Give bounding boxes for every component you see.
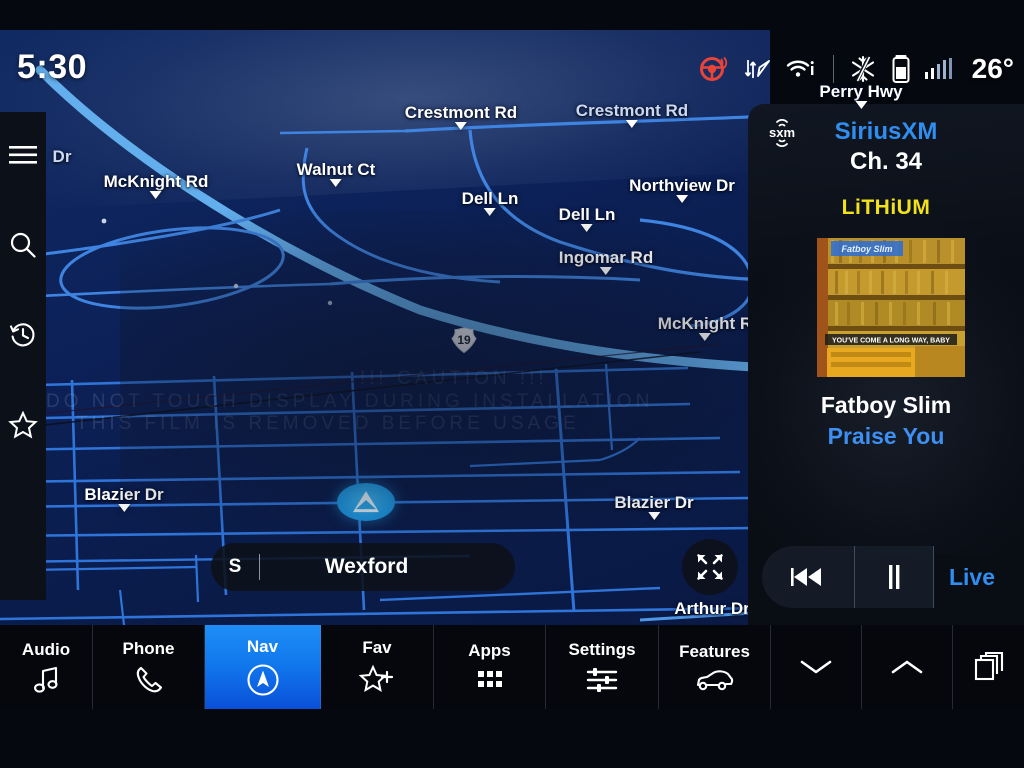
music-note-icon (34, 666, 58, 693)
location-pill[interactable]: S Wexford (211, 543, 515, 591)
scroll-down-button[interactable] (771, 625, 862, 709)
current-location-label: Wexford (324, 555, 409, 578)
media-panel[interactable]: sxm SiriusXM Ch. 34 LiTHiUM YOU'VE COME … (748, 104, 1024, 625)
tab-nav-label: Nav (246, 637, 279, 656)
tab-fav[interactable]: Fav (321, 625, 434, 709)
media-controls: Live (762, 546, 1010, 608)
media-brand: SiriusXM (834, 118, 938, 145)
pause-icon (889, 565, 900, 589)
road-label: Walnut Ct (297, 161, 375, 188)
infotainment-screen: !!! CAUTION !!! DO NOT TOUCH DISPLAY DUR… (0, 0, 1024, 768)
chevron-down-icon (800, 660, 832, 674)
tab-settings-label: Settings (568, 640, 636, 659)
expand-icon (697, 554, 723, 580)
live-label: Live (948, 563, 996, 590)
map-sidebar (0, 112, 46, 600)
navigation-icon (246, 664, 279, 696)
road-label: Ingomar Rd (559, 249, 653, 276)
car-icon (696, 670, 733, 691)
live-button[interactable]: Live (934, 546, 1010, 608)
battery-icon (892, 54, 910, 84)
road-label: Dell Ln (462, 190, 518, 217)
play-pause-button[interactable] (854, 546, 934, 608)
album-art: YOU'VE COME A LONG WAY, BABY Fatboy Slim (817, 238, 965, 377)
tab-audio-label: Audio (21, 640, 71, 659)
star-plus-icon (359, 664, 394, 693)
road-label: McKnight R (658, 315, 752, 342)
road-label: Blazier Dr (614, 494, 694, 521)
road-label: Crestmont Rd (576, 102, 688, 129)
wifi-info-icon (785, 56, 819, 82)
svg-text:Fatboy Slim: Fatboy Slim (841, 244, 892, 254)
vehicle-position-marker (337, 483, 395, 521)
road-label: Dell Ln (559, 206, 615, 233)
status-divider (832, 55, 834, 83)
rewind-icon (791, 568, 821, 586)
main-tab-bar: Audio Phone Nav Fav Apps Settings Featur… (0, 625, 1024, 709)
tab-audio[interactable]: Audio (0, 625, 93, 709)
grid-apps-icon (477, 671, 502, 687)
tab-features[interactable]: Features (659, 625, 771, 709)
gps-data-transfer-icon (743, 56, 771, 82)
tab-features-label: Features (679, 642, 750, 661)
media-channel: Ch. 34 (849, 148, 923, 175)
road-label: Dr (52, 147, 72, 166)
station-logo: LiTHiUM (748, 196, 1024, 220)
heated-steering-wheel-icon (699, 56, 729, 82)
station-logo-text: LiTHiUM (841, 196, 931, 219)
cellular-signal-icon (924, 57, 954, 81)
outside-temperature: 26° (971, 53, 1014, 84)
clock: 5:30 (17, 48, 88, 86)
track-title: Praise You (827, 423, 945, 449)
favorites-star-icon[interactable] (6, 408, 40, 442)
defrost-snowflake-icon (848, 54, 878, 84)
road-label: Arthur Dr (674, 599, 750, 618)
tab-apps[interactable]: Apps (434, 625, 546, 709)
windows-stack-icon (974, 651, 1003, 681)
svg-text:YOU'VE COME A LONG WAY, BABY: YOU'VE COME A LONG WAY, BABY (832, 338, 950, 345)
chevron-up-icon (891, 660, 923, 674)
road-label: Blazier Dr (84, 486, 164, 513)
road-label: McKnight Rd (104, 173, 208, 200)
road-label: Crestmont Rd (405, 104, 517, 131)
rewind-button[interactable] (762, 546, 854, 608)
highway-shield-19: 19 (450, 327, 478, 354)
menu-icon[interactable] (6, 138, 40, 172)
recent-history-icon[interactable] (6, 318, 40, 352)
tab-phone[interactable]: Phone (93, 625, 205, 709)
navigation-map[interactable]: !!! CAUTION !!! DO NOT TOUCH DISPLAY DUR… (0, 30, 770, 625)
tab-nav[interactable]: Nav (205, 625, 321, 709)
tab-fav-label: Fav (362, 638, 392, 657)
search-icon[interactable] (6, 228, 40, 262)
tab-phone-label: Phone (122, 639, 175, 658)
window-switcher-button[interactable] (953, 625, 1024, 709)
compass-heading: S (228, 556, 242, 577)
tab-apps-label: Apps (468, 641, 511, 660)
shield-number: 19 (457, 333, 471, 347)
scroll-up-button[interactable] (862, 625, 953, 709)
expand-map-button[interactable] (682, 539, 738, 595)
road-label: Perry Hwy (819, 83, 903, 110)
sliders-icon (586, 668, 618, 692)
track-artist: Fatboy Slim (820, 392, 952, 418)
tab-settings[interactable]: Settings (546, 625, 659, 709)
road-label: Northview Dr (629, 177, 735, 204)
album-art-image: YOU'VE COME A LONG WAY, BABY Fatboy Slim (817, 238, 965, 377)
phone-icon (136, 666, 162, 693)
